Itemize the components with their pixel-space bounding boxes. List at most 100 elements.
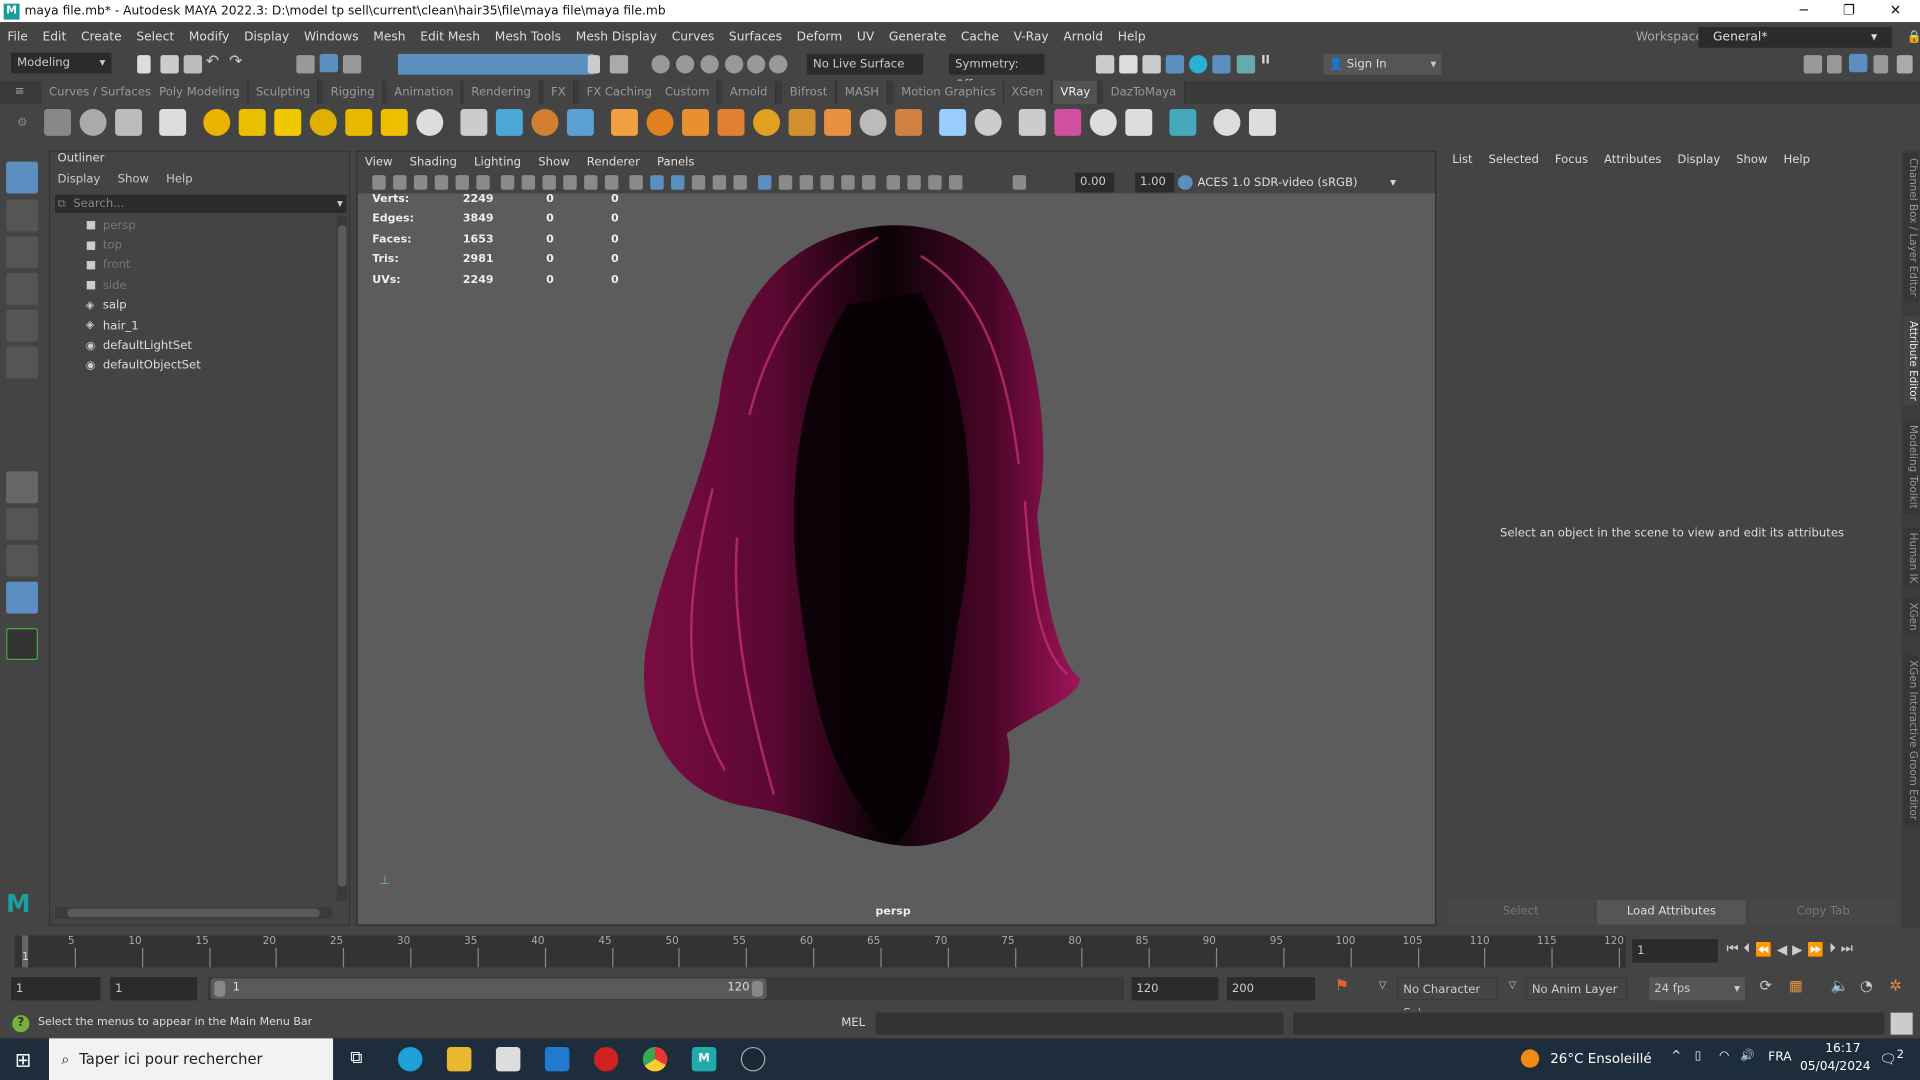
symmetry-dropdown[interactable]: Symmetry: Off (948, 53, 1045, 92)
playback-end-field[interactable]: 120 (1131, 977, 1219, 1001)
snap-curve-icon[interactable] (700, 55, 719, 74)
wifi-icon[interactable]: ◠ (1719, 1049, 1729, 1062)
xray-joints-icon[interactable] (907, 175, 921, 190)
attribute-menu-selected[interactable]: Selected (1489, 153, 1539, 166)
shelf-tab-vray[interactable]: VRay (1053, 80, 1099, 105)
shelf-tab-rigging[interactable]: Rigging (323, 80, 384, 105)
help-icon[interactable]: ? (12, 1015, 30, 1033)
shelf-tab-fx[interactable]: FX (543, 80, 575, 105)
workspace-dropdown[interactable]: General* ▾ (1698, 26, 1892, 48)
use-all-lights-icon[interactable] (733, 175, 747, 190)
four-view-layout-icon[interactable] (6, 508, 38, 541)
ipr-render-icon[interactable] (1142, 55, 1161, 74)
tool-settings-icon[interactable] (1873, 55, 1889, 74)
select-component-icon[interactable] (342, 55, 362, 74)
vray-multi-icon[interactable] (1089, 108, 1117, 136)
attribute-menu-list[interactable]: List (1452, 153, 1472, 166)
taskbar-search-placeholder[interactable]: Taper ici pour rechercher (79, 1051, 262, 1068)
scale-tool-icon[interactable] (6, 346, 38, 379)
animation-prefs-icon[interactable]: ✲ (1889, 977, 1901, 994)
image-plane-icon[interactable] (434, 175, 449, 190)
shelf-tab-bifrost[interactable]: Bifrost (782, 80, 836, 105)
vray-vfb-icon[interactable] (1169, 108, 1197, 136)
vray-ipr-icon[interactable] (1213, 108, 1241, 136)
hair-model[interactable] (615, 219, 1105, 868)
menu-windows[interactable]: Windows (297, 30, 366, 43)
load-attributes-button[interactable]: Load Attributes (1596, 900, 1747, 925)
range-start-handle[interactable] (214, 980, 226, 997)
side-tab-human-ik[interactable]: Human IK (1902, 527, 1919, 589)
vray-object-props-icon[interactable] (939, 108, 967, 136)
hypershade-icon[interactable] (1188, 55, 1208, 74)
vray-sun-icon[interactable] (380, 108, 408, 136)
vray-proxy-icon[interactable] (460, 108, 488, 136)
side-tab-modeling-toolkit[interactable]: Modeling Toolkit (1902, 420, 1919, 514)
viewport-menu-show[interactable]: Show (538, 156, 569, 169)
outliner-search[interactable]: ⧉ Search... ▾ (55, 194, 347, 214)
menu-cache[interactable]: Cache (953, 30, 1006, 43)
attribute-menu-show[interactable]: Show (1736, 153, 1767, 166)
vray-camera-icon[interactable] (115, 108, 143, 136)
windows-start-icon[interactable]: ⊞ (15, 1048, 31, 1071)
menu-generate[interactable]: Generate (882, 30, 954, 43)
outliner-menu-show[interactable]: Show (118, 172, 149, 185)
outliner-vscrollbar[interactable] (336, 215, 348, 902)
menu-surfaces[interactable]: Surfaces (722, 30, 790, 43)
move-tool-icon[interactable] (6, 273, 38, 305)
character-set-dropdown[interactable]: No Character Set (1397, 977, 1498, 1020)
select-button[interactable]: Select (1447, 900, 1595, 925)
vray-logo-icon[interactable] (1248, 108, 1276, 136)
vray-frame-buffer-icon[interactable] (159, 108, 187, 136)
shelf-tab-mash[interactable]: MASH (837, 80, 888, 105)
safe-title-icon[interactable] (629, 175, 643, 190)
attribute-menu-attributes[interactable]: Attributes (1604, 153, 1661, 166)
time-editor-icon[interactable]: ◔ (1860, 977, 1873, 994)
shelf-tab-curves-surfaces[interactable]: Curves / Surfaces (41, 80, 160, 105)
shelf-tab-sculpting[interactable]: Sculpting (248, 80, 319, 105)
taskbar-search[interactable]: ⌕ Taper ici pour rechercher (48, 1038, 334, 1080)
redo-icon[interactable]: ↷ (229, 53, 242, 71)
notifications-icon[interactable]: 🗨2 (1880, 1048, 1904, 1067)
render-current-icon[interactable] (1095, 55, 1115, 74)
menu-file[interactable]: File (0, 30, 35, 43)
vray-material-icon[interactable] (611, 108, 638, 136)
open-scene-icon[interactable] (160, 55, 179, 74)
sound-icon[interactable]: 🔈 (1831, 977, 1849, 994)
vray-paint-icon[interactable] (1125, 108, 1153, 136)
outliner-menu-display[interactable]: Display (58, 172, 101, 185)
undo-icon[interactable]: ↶ (206, 53, 219, 71)
shelf-menu-icon[interactable]: ≡ (15, 84, 25, 97)
render-sequence-icon[interactable] (1119, 55, 1138, 74)
outliner-item[interactable]: ◉ defaultLightSet (50, 336, 337, 356)
viewport-menu-shading[interactable]: Shading (410, 156, 457, 169)
vray-grid-icon[interactable] (753, 108, 781, 136)
vray-spot-light-icon[interactable] (238, 108, 266, 136)
vray-ies-light-icon[interactable] (345, 108, 373, 136)
exposure-field[interactable]: 0.00 (1075, 172, 1115, 193)
anti-aliasing-icon[interactable] (820, 175, 834, 190)
smooth-shade-icon[interactable] (671, 175, 685, 190)
menu-deform[interactable]: Deform (789, 30, 849, 43)
clock-time[interactable]: 16:17 (1812, 1042, 1873, 1055)
timeline-track[interactable] (14, 935, 1627, 968)
pause-viewport-icon[interactable]: II (1261, 54, 1270, 67)
side-tab-xgen-interactive-groom-editor[interactable]: XGen Interactive Groom Editor (1902, 655, 1919, 825)
search-input[interactable]: Search... (73, 197, 124, 210)
loop-icon[interactable]: ⟳ (1760, 977, 1772, 994)
gamma-icon[interactable] (1012, 175, 1027, 190)
persp-outliner-layout-icon[interactable] (6, 544, 38, 577)
viewport-menu-lighting[interactable]: Lighting (474, 156, 521, 169)
script-language-button[interactable]: MEL (841, 1016, 865, 1029)
safe-action-icon[interactable] (604, 175, 619, 190)
render-setup-icon[interactable] (1212, 55, 1231, 74)
field-chart-icon[interactable] (584, 175, 598, 190)
outliner-item[interactable]: ■ front (50, 256, 337, 276)
vray-settings-icon[interactable] (895, 108, 923, 136)
menu-display[interactable]: Display (237, 30, 297, 43)
viewport-menu-renderer[interactable]: Renderer (587, 156, 640, 169)
color-management-toggle-icon[interactable] (1177, 175, 1193, 190)
menu-mesh-display[interactable]: Mesh Display (568, 30, 664, 43)
depth-of-field-icon[interactable] (841, 175, 855, 190)
xray-components-icon[interactable] (928, 175, 942, 190)
menu-curves[interactable]: Curves (664, 30, 721, 43)
